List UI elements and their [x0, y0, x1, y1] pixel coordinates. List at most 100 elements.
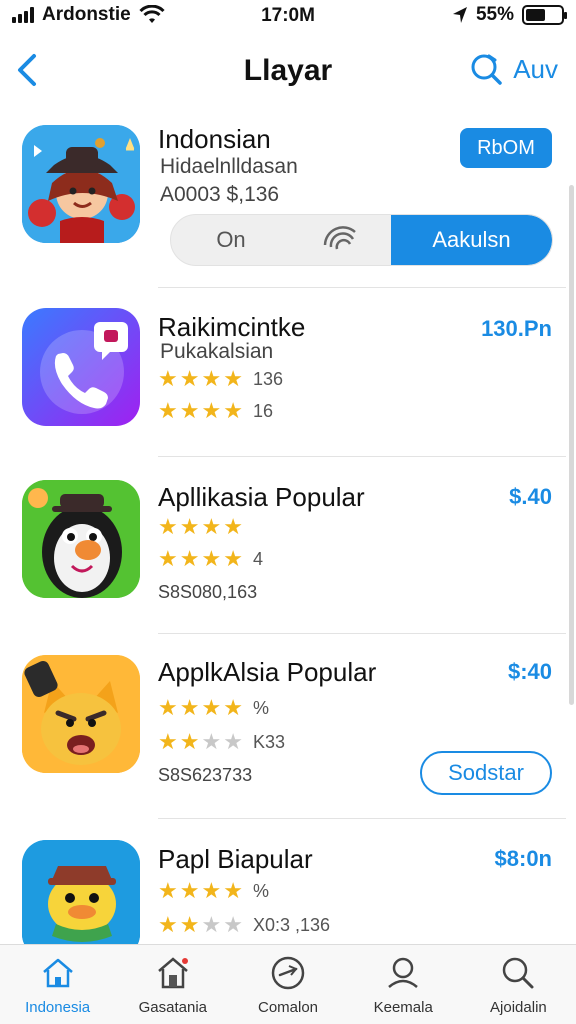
- star-icon: ★: [223, 912, 243, 937]
- fox-app-icon: [22, 655, 140, 773]
- star-icon: ★: [223, 514, 243, 539]
- app-row[interactable]: ApplkAlsia Popular $:40 ★ ★ ★ ★% ★ ★ ★ ★ K33 S8…: [0, 635, 576, 819]
- star-icon: ★: [179, 878, 200, 903]
- tab-label: Indonesia: [25, 999, 91, 1016]
- star-icon: ★: [158, 514, 178, 539]
- star-icon: ★: [158, 546, 178, 571]
- star-icon: ★: [158, 729, 178, 754]
- star-icon: ★: [223, 398, 243, 423]
- cartoon-girl-icon: [22, 125, 140, 243]
- tab-bar: Indonesia Gasatania Comalon Keemala Ajoi…: [0, 944, 576, 1024]
- rating-count: 4: [252, 548, 263, 569]
- star-icon: ★: [201, 695, 222, 720]
- star-icon: ★: [179, 514, 200, 539]
- star-icon: ★: [201, 878, 222, 903]
- segment-wifi[interactable]: [291, 215, 391, 265]
- app-price[interactable]: $8:0n: [495, 846, 552, 872]
- tab-compass[interactable]: Comalon: [230, 945, 345, 1024]
- app-price[interactable]: $:40: [508, 659, 552, 685]
- tab-label: Ajoidalin: [490, 999, 547, 1016]
- star-icon: ★: [179, 366, 200, 391]
- tab-home[interactable]: Indonesia: [0, 945, 115, 1024]
- tab-profile[interactable]: Keemala: [346, 945, 461, 1024]
- featured-get-button[interactable]: RbOM: [460, 128, 552, 168]
- rating-count: %: [252, 880, 269, 901]
- rating-count: X0:3 ,136: [252, 914, 330, 935]
- wifi-icon: [323, 226, 356, 250]
- tab-label: Keemala: [373, 999, 433, 1016]
- featured-app-meta: A0003 $,136: [160, 183, 280, 206]
- tab-label: Gasatania: [138, 999, 207, 1016]
- featured-app-subtitle: Hidaelnlldasan: [160, 155, 298, 178]
- star-icon: ★: [158, 366, 178, 391]
- profile-icon: [388, 957, 419, 988]
- home-icon: [42, 958, 73, 988]
- star-icon: ★: [201, 729, 222, 754]
- star-icon: ★: [158, 912, 178, 937]
- app-name: Papl Biapular: [158, 844, 313, 874]
- star-rating: ★ ★ ★ ★ K33: [158, 731, 285, 753]
- fox-icon: [22, 655, 140, 773]
- tab-label: Comalon: [257, 999, 319, 1016]
- star-rating: ★ ★ ★ ★%: [158, 880, 269, 902]
- star-icon: ★: [223, 729, 243, 754]
- tab-search[interactable]: Ajoidalin: [461, 945, 576, 1024]
- rating-count: K33: [252, 731, 285, 752]
- scrollbar[interactable]: [569, 185, 574, 705]
- penguin-icon: [22, 480, 140, 598]
- phone-app-icon: [22, 308, 140, 426]
- star-icon: ★: [179, 912, 200, 937]
- app-name: Raikimcintke: [158, 312, 306, 342]
- star-icon: ★: [158, 398, 178, 423]
- app-row[interactable]: Apllikasia Popular $.40 ★ ★ ★ ★ ★ ★ ★ ★ 4 S8S08…: [0, 460, 576, 635]
- star-icon: ★: [179, 695, 200, 720]
- star-icon: ★: [223, 366, 243, 391]
- segment-active[interactable]: Aakulsn: [391, 215, 552, 265]
- compass-icon: [271, 956, 305, 990]
- star-icon: ★: [179, 398, 200, 423]
- featured-app-icon[interactable]: [22, 125, 140, 243]
- app-meta: S8S080,163: [158, 582, 258, 602]
- app-name: Apllikasia Popular: [158, 482, 365, 512]
- row-divider: [158, 287, 566, 288]
- star-icon: ★: [201, 398, 222, 423]
- duck-icon: [22, 840, 140, 944]
- rating-count: 136: [252, 368, 283, 389]
- star-icon: ★: [179, 729, 200, 754]
- app-price[interactable]: $.40: [509, 484, 552, 510]
- penguin-app-icon: [22, 480, 140, 598]
- phone-icon: [40, 322, 128, 414]
- star-icon: ★: [201, 514, 222, 539]
- star-icon: ★: [223, 878, 243, 903]
- featured-app-row: Indonsian Hidaelnlldasan A0003 $,136 RbO…: [0, 0, 576, 290]
- star-rating: ★ ★ ★ ★ X0:3 ,136: [158, 914, 330, 936]
- star-icon: ★: [158, 878, 178, 903]
- star-icon: ★: [158, 695, 178, 720]
- row-divider: [158, 456, 566, 457]
- star-icon: ★: [201, 912, 222, 937]
- store-icon: [157, 957, 188, 989]
- app-meta: S8S623733: [158, 765, 253, 785]
- rating-count: %: [252, 697, 269, 718]
- tab-store[interactable]: Gasatania: [115, 945, 230, 1024]
- star-icon: ★: [201, 366, 222, 391]
- featured-segmented-control: On Aakulsn: [170, 214, 553, 266]
- star-rating: ★ ★ ★ ★: [158, 516, 243, 538]
- app-price[interactable]: 130.Pn: [481, 316, 552, 342]
- install-button[interactable]: Sodstar: [420, 751, 552, 795]
- star-icon: ★: [179, 546, 200, 571]
- segment-on[interactable]: On: [171, 215, 291, 265]
- app-row[interactable]: Papl Biapular $8:0n ★ ★ ★ ★% ★ ★ ★ ★ X0:3 ,136: [0, 820, 576, 944]
- star-icon: ★: [201, 546, 222, 571]
- star-rating: ★ ★ ★ ★%: [158, 697, 269, 719]
- app-row[interactable]: Raikimcintke Pukakalsian 130.Pn ★ ★ ★ ★ 136 …: [0, 290, 576, 460]
- star-icon: ★: [223, 695, 243, 720]
- star-rating: ★ ★ ★ ★ 16: [158, 400, 273, 422]
- search-icon: [503, 957, 534, 989]
- row-divider: [158, 818, 566, 819]
- star-icon: ★: [223, 546, 243, 571]
- app-subtitle: Pukakalsian: [160, 340, 274, 363]
- row-divider: [158, 633, 566, 634]
- rating-count: 16: [252, 400, 273, 421]
- featured-app-name: Indonsian: [158, 124, 271, 154]
